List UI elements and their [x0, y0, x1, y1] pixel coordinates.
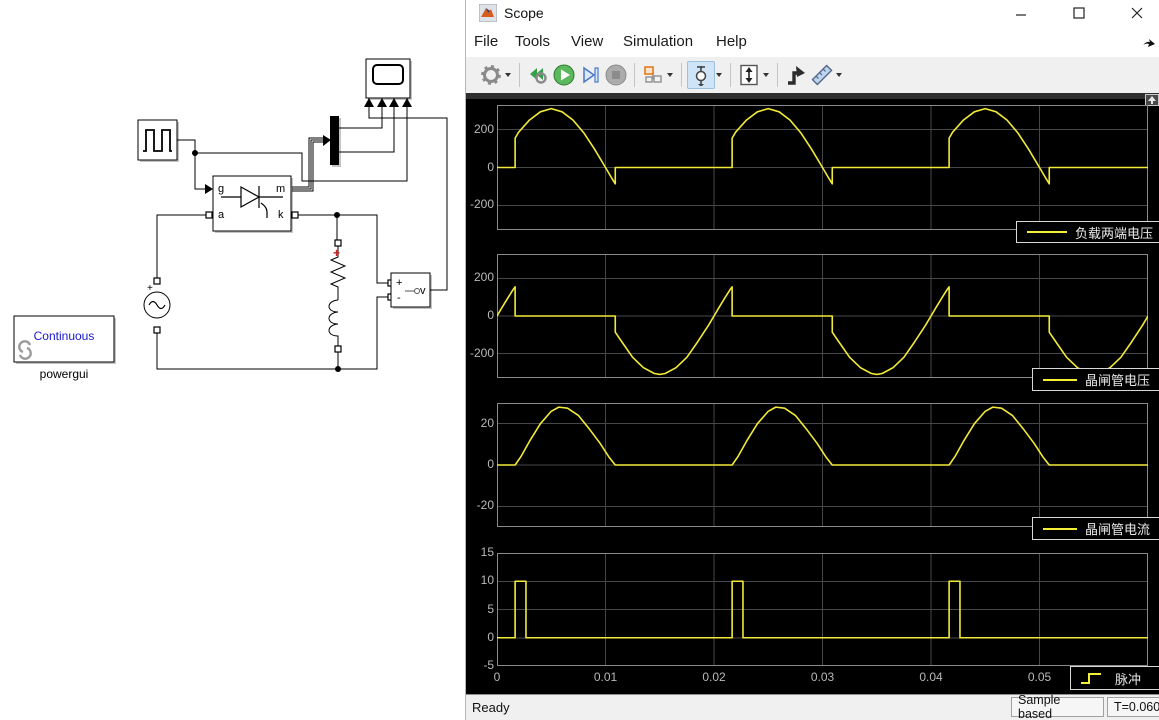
screen: g m a k + - v + + Continuous powergui Sc… [0, 0, 1159, 720]
powergui-label: powergui [14, 368, 114, 380]
legend-thyristor-voltage[interactable]: 晶闸管电压 [1032, 368, 1159, 391]
x-tick-label: 0.01 [584, 670, 628, 684]
pulse-generator-block[interactable] [138, 120, 177, 160]
y-tick-label: -200 [468, 197, 494, 211]
x-tick-label: 0.02 [692, 670, 736, 684]
legend-thyristor-current[interactable]: 晶闸管电流 [1032, 517, 1159, 540]
settings-dropdown[interactable] [505, 73, 511, 77]
legend-line-sample [1027, 231, 1067, 233]
legend-pulse[interactable]: 脉冲 [1070, 666, 1159, 690]
y-tick-label: -200 [468, 346, 494, 360]
ac-source-polarity: + [147, 283, 153, 295]
status-sim-time: T=0.060 [1107, 697, 1159, 717]
y-tick-label: 200 [468, 270, 494, 284]
stop-button-icon[interactable] [603, 62, 629, 88]
thyristor-port-a-label: a [218, 209, 224, 221]
y-tick-label: 15 [468, 545, 494, 559]
thyristor-port-k-label: k [278, 209, 284, 221]
subplot-pulse[interactable] [497, 553, 1148, 666]
settings-gear-icon[interactable] [478, 62, 504, 88]
ac-voltage-source-block[interactable] [144, 292, 170, 318]
demux-block[interactable] [330, 116, 339, 165]
y-tick-label: 0 [468, 457, 494, 471]
measurements-icon[interactable] [809, 62, 835, 88]
status-bar: Ready Sample based T=0.060 [466, 694, 1159, 720]
title-bar[interactable]: Scope [466, 0, 1159, 27]
minimize-button[interactable] [1004, 2, 1038, 24]
vmeas-minus-label: - [397, 292, 401, 304]
legend-line-sample [1043, 379, 1077, 381]
rl-load-branch[interactable] [329, 246, 345, 346]
legend-label: 脉冲 [1115, 669, 1141, 688]
window-title: Scope [504, 5, 544, 21]
measurements-dropdown[interactable] [836, 73, 842, 77]
menu-overflow-arrow-icon[interactable] [1141, 35, 1157, 51]
x-tick-label: 0.04 [909, 670, 953, 684]
model-wires [0, 0, 465, 720]
x-tick-label: 0.03 [801, 670, 845, 684]
subplot-thyristor-voltage[interactable] [497, 254, 1148, 378]
status-text: Ready [472, 700, 510, 715]
menu-view[interactable]: View [571, 33, 603, 50]
highlight-simulink-block-icon[interactable] [525, 62, 551, 88]
y-tick-label: 200 [468, 122, 494, 136]
subplot-thyristor-current[interactable] [497, 403, 1148, 527]
legend-label: 晶闸管电压 [1085, 370, 1150, 389]
scope-window: Scope File Tools View Simulation Help [465, 0, 1159, 720]
matlab-scope-icon [479, 4, 497, 22]
x-tick-label: 0.05 [1018, 670, 1062, 684]
axes-scaling-dropdown[interactable] [763, 73, 769, 77]
signal-selector-icon[interactable] [640, 62, 666, 88]
menu-simulation[interactable]: Simulation [623, 33, 693, 50]
legend-step-sample [1079, 670, 1105, 686]
axes-scaling-icon[interactable] [736, 62, 762, 88]
menu-tools[interactable]: Tools [515, 33, 550, 50]
step-forward-icon[interactable] [577, 62, 603, 88]
maximize-button[interactable] [1062, 2, 1096, 24]
menu-help[interactable]: Help [716, 33, 747, 50]
close-button[interactable] [1120, 2, 1154, 24]
y-tick-label: 0 [468, 160, 494, 174]
menu-bar: File Tools View Simulation Help [466, 27, 1159, 57]
cursor-measurements-dropdown[interactable] [716, 73, 722, 77]
vmeas-out-label: v [420, 285, 426, 297]
y-tick-label: 20 [468, 416, 494, 430]
y-tick-label: 0 [468, 630, 494, 644]
thyristor-port-g-label: g [218, 183, 224, 195]
y-tick-label: -20 [468, 498, 494, 512]
menu-file[interactable]: File [474, 33, 498, 50]
y-tick-label: 10 [468, 573, 494, 587]
legend-load-voltage[interactable]: 负载两端电压 [1016, 221, 1159, 243]
status-sample-mode: Sample based [1011, 697, 1104, 717]
vmeas-plus-label: + [396, 277, 402, 289]
thyristor-port-m-label: m [276, 183, 285, 195]
trigger-icon[interactable] [783, 62, 809, 88]
signal-selector-dropdown[interactable] [667, 73, 673, 77]
run-button-icon[interactable] [551, 62, 577, 88]
toolbar [466, 57, 1159, 93]
y-tick-label: 5 [468, 602, 494, 616]
cursor-measurements-icon[interactable] [687, 61, 715, 89]
legend-line-sample [1043, 528, 1077, 530]
rl-branch-polarity: + [333, 247, 340, 259]
powergui-text: Continuous [14, 330, 114, 342]
y-tick-label: 0 [468, 308, 494, 322]
x-tick-label: 0 [475, 670, 519, 684]
subplot-load-voltage[interactable] [497, 105, 1148, 230]
scope-canvas[interactable]: 负载两端电压 晶闸管电压 晶闸管电流 脉冲 -2000200-2000200-2… [466, 93, 1159, 694]
canvas-scrollbar-track [466, 93, 1159, 99]
simulink-model-canvas[interactable]: g m a k + - v + + Continuous powergui [0, 0, 465, 720]
legend-label: 晶闸管电流 [1085, 519, 1150, 538]
legend-label: 负载两端电压 [1075, 223, 1153, 242]
